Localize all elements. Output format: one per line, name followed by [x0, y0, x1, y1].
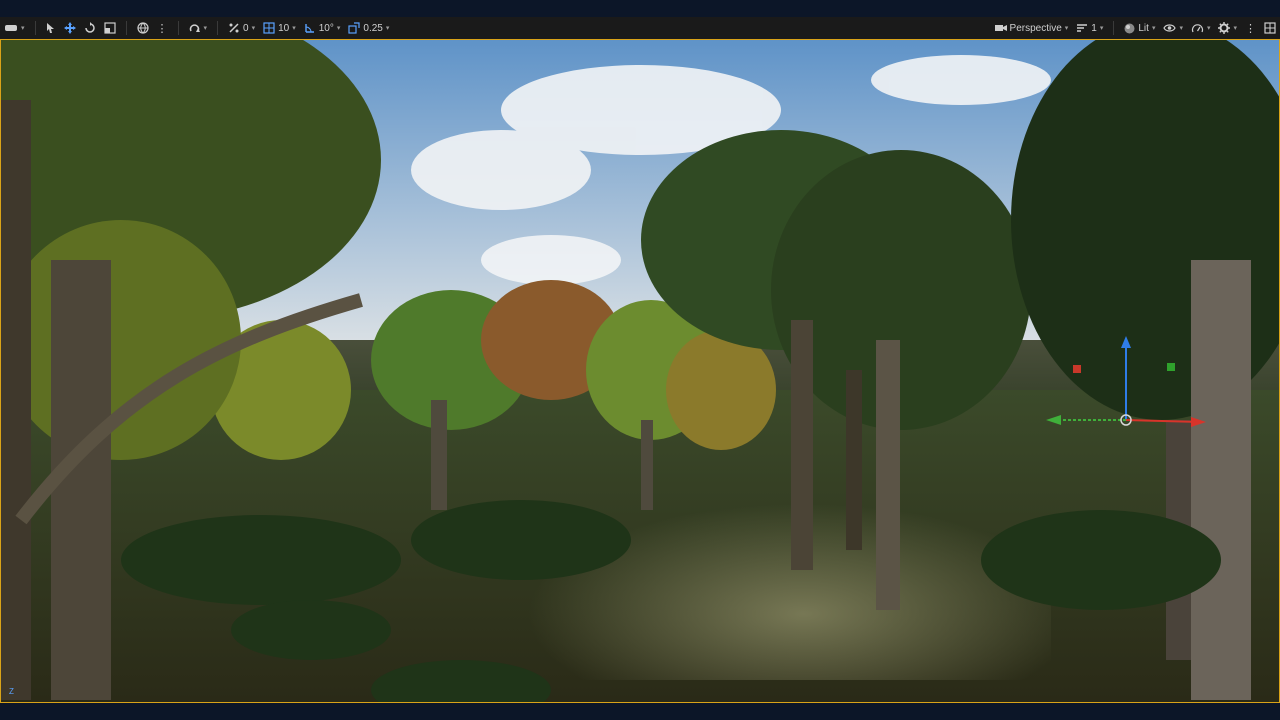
angle-snap-icon [305, 24, 314, 33]
eye-icon [1163, 24, 1177, 32]
angle-snap-value: 10° [318, 22, 334, 34]
chevron-down-icon: ▾ [203, 25, 208, 32]
right-toolbar-group: Perspective ▾ 1 ▾ Lit ▾ ▾ ▾ ▾ ⋮ [991, 17, 1280, 39]
scale-snap-button[interactable]: 0.25 ▾ [344, 19, 393, 37]
select-mode-button[interactable] [42, 19, 60, 37]
lit-dropdown[interactable]: Lit ▾ [1120, 19, 1159, 37]
axis-indicator: Z [9, 687, 14, 696]
translate-mode-button[interactable] [60, 19, 80, 37]
speed-bars-icon [1077, 24, 1088, 32]
show-flags-dropdown[interactable]: ▾ [1159, 19, 1187, 37]
forest-scene-image [1, 40, 1279, 702]
coordinate-space-button[interactable] [133, 19, 153, 37]
rotation-snap-button[interactable]: 0 ▾ [224, 19, 259, 37]
cursor-icon [46, 23, 54, 33]
snap-slash-icon [229, 23, 239, 33]
layout-grid-icon [1264, 22, 1276, 34]
chevron-down-icon: ▾ [336, 25, 341, 32]
scene-viewport[interactable]: Z [0, 39, 1280, 703]
chevron-down-icon: ▾ [21, 25, 25, 32]
viewport-options-button[interactable]: ⋮ [1241, 19, 1260, 37]
chevron-down-icon: ▾ [1064, 25, 1069, 32]
rotate-icon [84, 22, 95, 33]
chevron-down-icon: ▾ [251, 25, 256, 32]
chevron-down-icon: ▾ [1206, 25, 1211, 32]
chevron-down-icon: ▾ [1151, 25, 1156, 32]
bottom-strip [0, 703, 1280, 720]
gamepad-icon [5, 25, 17, 31]
grid-snap-icon [263, 22, 275, 34]
grid-snap-button[interactable]: 10 ▾ [259, 19, 300, 37]
left-toolbar-group: ▾ ⋮ ▾ 0 ▾ 10 ▾ 10° ▾ 0.25 ▾ [0, 17, 393, 39]
kebab-icon: ⋮ [1245, 22, 1256, 35]
perspective-label: Perspective [1009, 22, 1062, 34]
grid-snap-value: 10 [278, 22, 290, 34]
globe-icon [136, 22, 149, 34]
menu-button[interactable]: ▾ [0, 19, 29, 37]
scale-icon [103, 22, 116, 34]
camera-icon [994, 25, 1007, 31]
angle-snap-button[interactable]: 10° ▾ [300, 19, 345, 37]
kebab-icon: ⋮ [156, 22, 168, 35]
toolbar-divider [34, 21, 36, 35]
chevron-down-icon: ▾ [385, 25, 390, 32]
chevron-down-icon: ▾ [1179, 25, 1183, 32]
more-options-button[interactable]: ⋮ [153, 19, 172, 37]
camera-speed-dropdown[interactable]: 1 ▾ [1072, 19, 1107, 37]
layout-button[interactable] [1260, 19, 1280, 37]
move-arrows-icon [63, 22, 76, 34]
toolbar-divider [1113, 21, 1115, 35]
rotation-snap-value: 0 [243, 22, 249, 34]
lit-sphere-icon [1124, 23, 1135, 33]
snap-arrow-icon [189, 24, 200, 32]
camera-speed-label: 1 [1091, 22, 1097, 34]
chevron-down-icon: ▾ [1233, 25, 1237, 32]
gauge-icon [1191, 24, 1204, 33]
viewport-toolbar: ▾ ⋮ ▾ 0 ▾ 10 ▾ 10° ▾ 0.25 ▾ Perspective … [0, 17, 1280, 39]
toolbar-divider [217, 21, 219, 35]
scale-snap-icon [348, 22, 360, 34]
chevron-down-icon: ▾ [1099, 25, 1104, 32]
toolbar-divider [125, 21, 127, 35]
perspective-dropdown[interactable]: Perspective ▾ [991, 19, 1073, 37]
axis-z-label: Z [9, 687, 14, 696]
rotate-mode-button[interactable] [80, 19, 100, 37]
settings-dropdown[interactable]: ▾ [1214, 19, 1241, 37]
chevron-down-icon: ▾ [292, 25, 296, 32]
scale-snap-value: 0.25 [363, 22, 383, 34]
editor-frame: ▾ ⋮ ▾ 0 ▾ 10 ▾ 10° ▾ 0.25 ▾ Perspective … [0, 0, 1280, 720]
surface-snap-button[interactable]: ▾ [185, 19, 212, 37]
toolbar-divider [177, 21, 179, 35]
performance-dropdown[interactable]: ▾ [1187, 19, 1215, 37]
lit-label: Lit [1138, 22, 1149, 34]
scale-mode-button[interactable] [100, 19, 120, 37]
gear-icon [1218, 22, 1231, 34]
